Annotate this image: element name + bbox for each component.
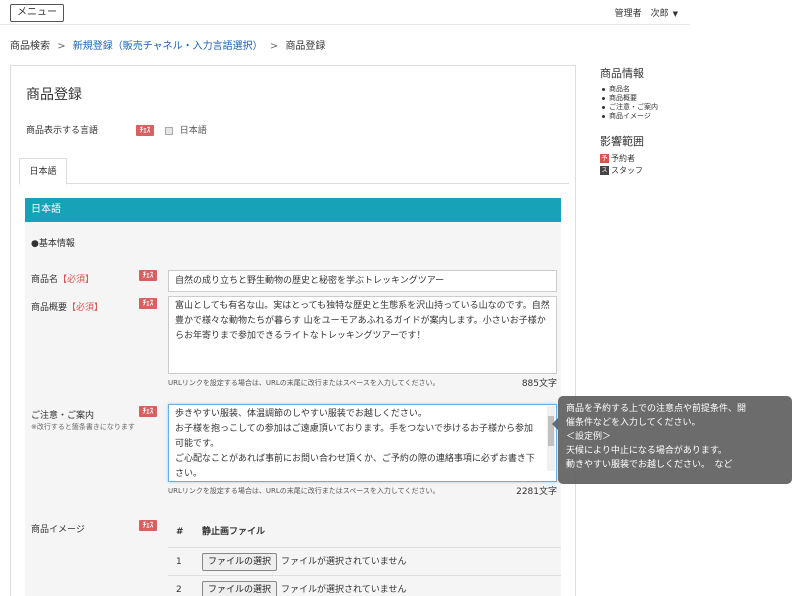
scope-item-staff: ススタッフ xyxy=(600,166,643,175)
basic-info-section: ●基本情報 商品名【必須】 ﾁｪｽ 自然の成り立ちと野生動物の歴史と秘密を学ぶト… xyxy=(25,222,561,596)
display-language-label: 商品表示する言語 xyxy=(26,126,99,136)
product-name-label: 商品名【必須】 xyxy=(31,275,95,285)
file-status: ファイルが選択されていません xyxy=(281,557,407,567)
notes-textarea[interactable]: 歩きやすい服装、体温調節のしやすい服装でお越しください。 お子様を抱っこしての参… xyxy=(168,404,557,482)
check-badge: ﾁｪｽ xyxy=(139,298,157,309)
tab-japanese[interactable]: 日本語 xyxy=(19,158,67,185)
file-select-button[interactable]: ファイルの選択 xyxy=(202,552,278,571)
notes-line: お子様を抱っこしての参加はご遠慮頂いております。手をつないで歩けるお子様から参加… xyxy=(175,424,534,449)
notes-line: ご心配なことがあれば事前にお問い合わせ頂くか、ご予約の際の連絡事項に必ずお書き下… xyxy=(175,454,535,479)
scope-title: 影響範囲 xyxy=(600,135,644,148)
sidebar: 商品情報 商品名 商品概要 ご注意・ご案内 商品イメージ 影響範囲 予予約者 ス… xyxy=(600,65,790,177)
scope-item-reserver: 予予約者 xyxy=(600,154,635,163)
breadcrumb-item-current: 商品登録 xyxy=(285,41,326,52)
breadcrumb-separator: > xyxy=(57,41,66,52)
summary-url-hint: URLリンクを設定する場合は、URLの末尾に改行またはスペースを入力してください… xyxy=(168,379,440,387)
notes-label: ご注意・ご案内 ※改行すると箇条書きになります xyxy=(31,411,135,431)
breadcrumb: 商品検索 > 新規登録（販売チャネル・入力言語選択） > 商品登録 xyxy=(10,37,325,52)
language-tabs: 日本語 xyxy=(19,156,569,185)
list-item[interactable]: ご注意・ご案内 xyxy=(600,103,790,112)
list-item[interactable]: 商品イメージ xyxy=(600,112,790,121)
basic-info-heading: ●基本情報 xyxy=(31,239,75,249)
check-badge: ﾁｪｽ xyxy=(139,406,157,417)
page-title: 商品登録 xyxy=(26,87,82,103)
caret-down-icon: ▼ xyxy=(672,10,678,18)
staff-badge: ス xyxy=(600,166,609,175)
list-item[interactable]: 商品概要 xyxy=(600,94,790,103)
table-row: 2 ファイルの選択 ファイルが選択されていません xyxy=(168,576,561,596)
product-name-input[interactable]: 自然の成り立ちと野生動物の歴史と秘密を学ぶトレッキングツアー xyxy=(168,270,557,292)
menu-button[interactable]: メニュー xyxy=(10,4,64,22)
product-summary-textarea[interactable]: 富山としても有名な山。実はとっても独特な歴史と生態系を沢山持っている山なのです。… xyxy=(168,296,557,374)
check-badge: ﾁｪｽ xyxy=(136,125,154,136)
breadcrumb-item-search[interactable]: 商品検索 xyxy=(10,41,50,52)
file-select-button[interactable]: ファイルの選択 xyxy=(202,580,278,596)
notes-sublabel: ※改行すると箇条書きになります xyxy=(31,423,135,431)
check-badge: ﾁｪｽ xyxy=(139,270,157,281)
product-image-label: 商品イメージ xyxy=(31,525,85,535)
list-item[interactable]: 商品名 xyxy=(600,85,790,94)
notes-line: 歩きやすい服装、体温調節のしやすい服装でお越しください。 xyxy=(175,409,427,419)
image-table: # 静止画ファイル 1 ファイルの選択 ファイルが選択されていません 2 ファイル… xyxy=(168,516,561,596)
user-menu[interactable]: 管理者 次郎 ▼ xyxy=(615,6,678,19)
language-option-label: 日本語 xyxy=(179,126,207,136)
file-status: ファイルが選択されていません xyxy=(281,585,407,595)
product-info-list: 商品名 商品概要 ご注意・ご案内 商品イメージ xyxy=(600,85,790,121)
product-info-title: 商品情報 xyxy=(600,67,644,80)
notes-char-count: 2281文字 xyxy=(516,487,557,497)
notes-scrollbar[interactable] xyxy=(547,406,555,471)
top-bar: メニュー 管理者 次郎 ▼ xyxy=(0,0,690,25)
product-register-panel: 商品登録 商品表示する言語 ﾁｪｽ 日本語 日本語 日本語 ●基本情報 商品名【… xyxy=(10,65,576,596)
image-table-header: # 静止画ファイル xyxy=(168,516,561,548)
product-summary-label: 商品概要【必須】 xyxy=(31,303,104,313)
summary-char-count: 885文字 xyxy=(521,379,557,389)
section-header: 日本語 xyxy=(25,198,561,222)
breadcrumb-item-new[interactable]: 新規登録（販売チャネル・入力言語選択） xyxy=(73,41,263,52)
language-checkbox[interactable] xyxy=(164,126,173,135)
check-badge: ﾁｪｽ xyxy=(139,520,157,531)
reserver-badge: 予 xyxy=(600,154,609,163)
user-name: 管理者 次郎 xyxy=(614,9,669,19)
breadcrumb-separator: > xyxy=(269,41,279,52)
table-row: 1 ファイルの選択 ファイルが選択されていません xyxy=(168,548,561,576)
notes-tooltip: 商品を予約する上での注意点や前提条件、開 催条件などを入力してください。 ＜設定… xyxy=(552,396,792,484)
display-language-row: 商品表示する言語 ﾁｪｽ 日本語 xyxy=(26,123,207,136)
notes-url-hint: URLリンクを設定する場合は、URLの末尾に改行またはスペースを入力してください… xyxy=(168,487,440,495)
